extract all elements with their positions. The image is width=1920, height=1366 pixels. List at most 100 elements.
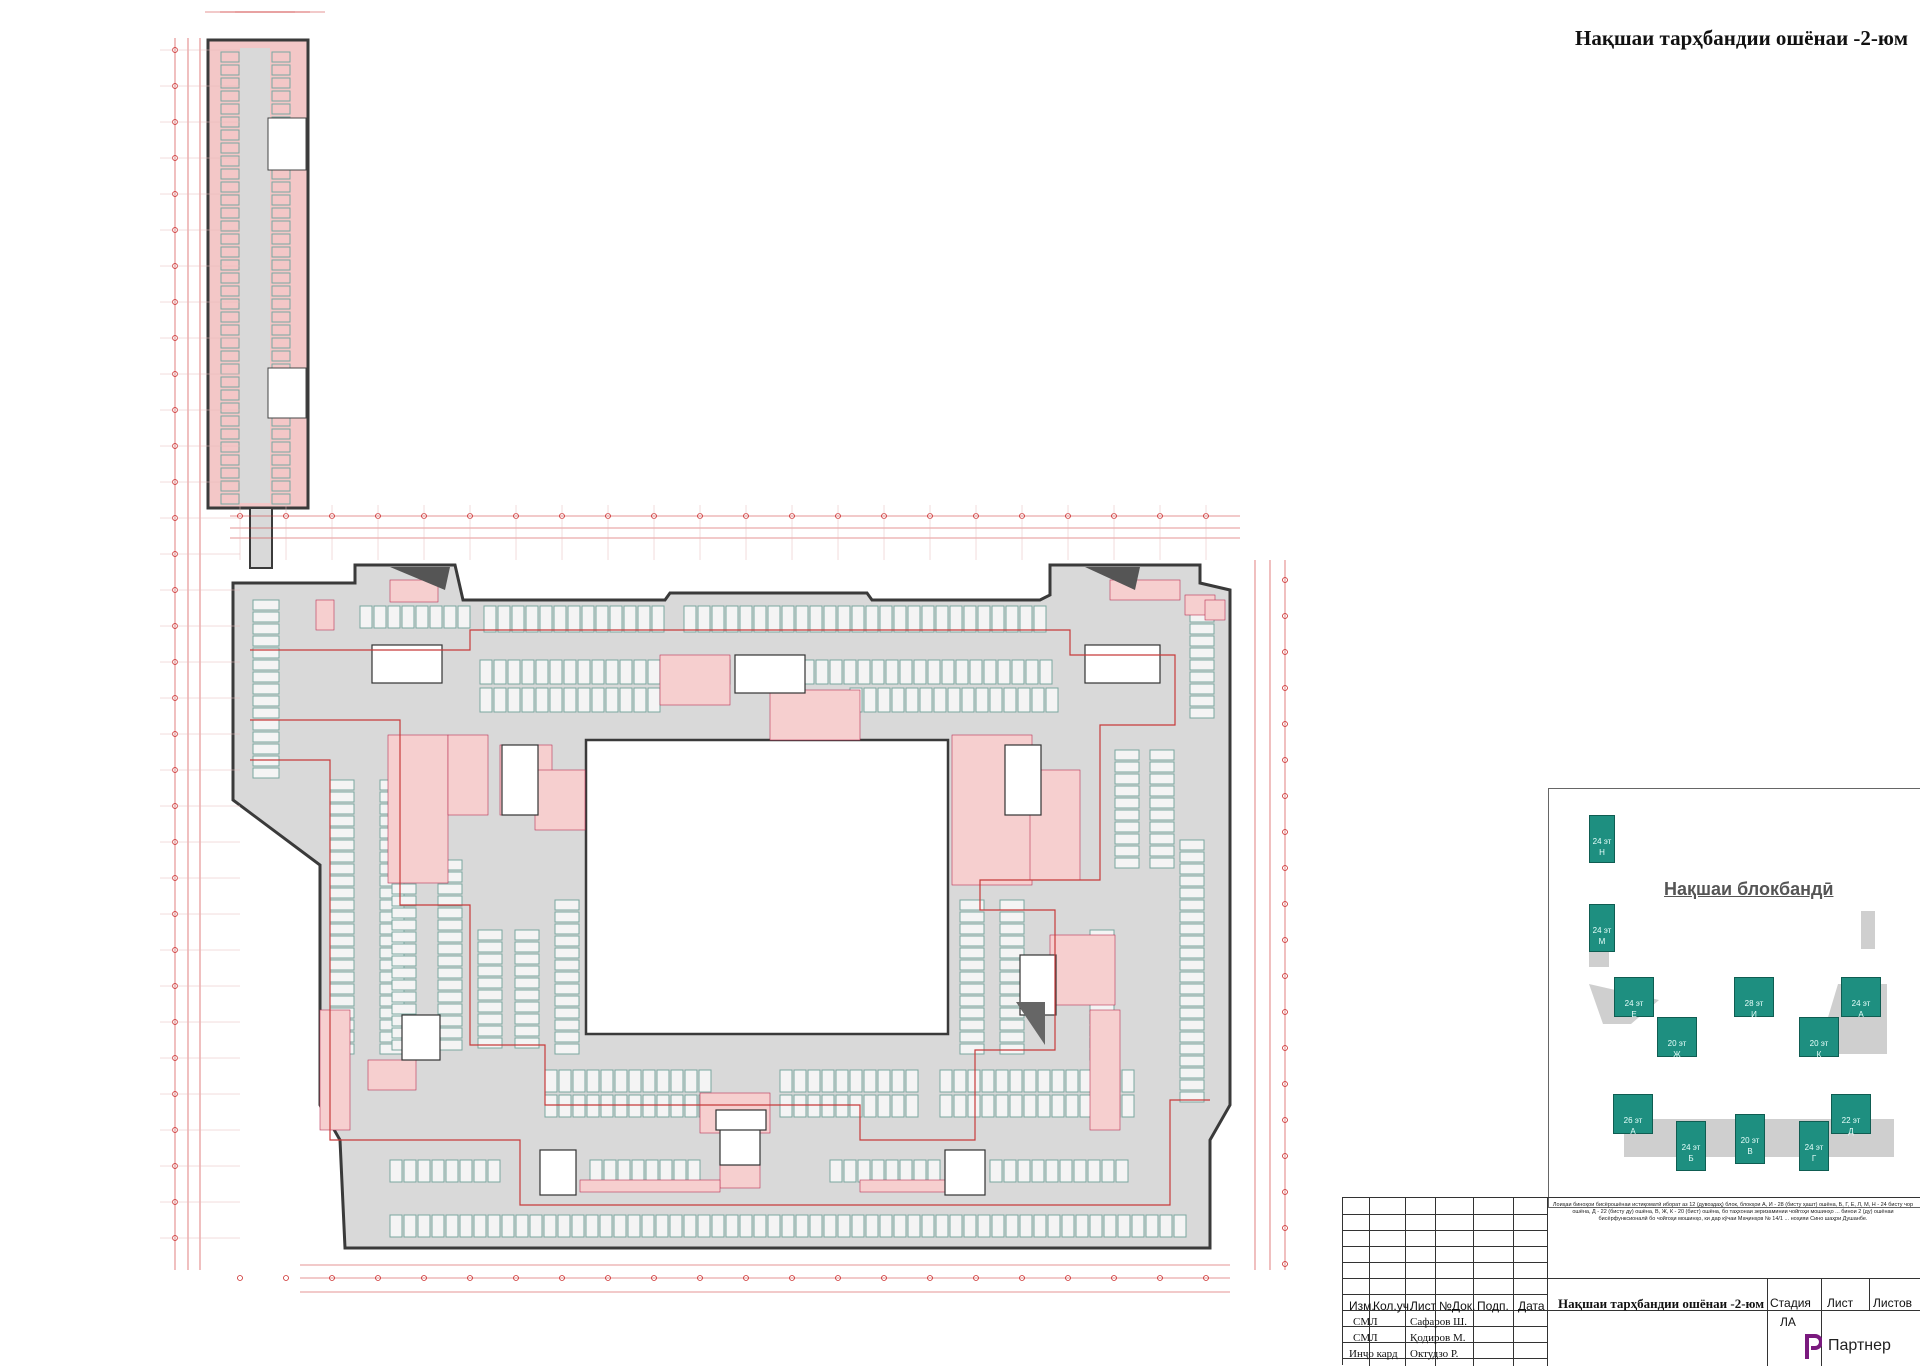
parking-space: [554, 1019, 580, 1031]
parking-space: [935, 605, 949, 633]
parking-space: [329, 803, 355, 815]
parking-space: [558, 1069, 572, 1093]
parking-space: [252, 767, 280, 779]
parking-space: [781, 1214, 795, 1238]
parking-space: [477, 977, 503, 989]
parking-space: [445, 1214, 459, 1238]
parking-space: [673, 1159, 687, 1183]
parking-space: [477, 965, 503, 977]
parking-space: [953, 1094, 967, 1118]
parking-space: [891, 1094, 905, 1118]
parking-space: [1179, 1043, 1205, 1055]
parking-space: [645, 1159, 659, 1183]
parking-space: [329, 887, 355, 899]
parking-space: [815, 659, 829, 685]
building-block: 20 эт К: [1799, 1017, 1839, 1059]
parking-space: [1033, 605, 1047, 633]
parking-space: [373, 605, 387, 629]
parking-space: [627, 1214, 641, 1238]
parking-space: [793, 1094, 807, 1118]
parking-space: [981, 1069, 995, 1093]
parking-space: [477, 1025, 503, 1037]
parking-space: [571, 1214, 585, 1238]
key-plan-footprint: [1861, 911, 1875, 949]
parking-space: [1045, 1159, 1059, 1183]
stair-core: [267, 367, 307, 419]
parking-space: [457, 605, 471, 629]
courtyard-void: [584, 738, 950, 1036]
parking-space: [959, 959, 985, 971]
parking-space: [329, 935, 355, 947]
parking-space: [642, 1094, 656, 1118]
building-block: 24 эт Г: [1799, 1121, 1829, 1171]
parking-space: [483, 605, 497, 633]
parking-space: [558, 1094, 572, 1118]
parking-space: [437, 943, 463, 955]
service-room: [579, 1179, 721, 1193]
parking-space: [823, 1214, 837, 1238]
title-block-rule: [1343, 1214, 1547, 1215]
title-block-rule: [1473, 1198, 1474, 1366]
parking-space: [857, 659, 871, 685]
parking-space: [437, 883, 463, 895]
parking-space: [1114, 821, 1140, 833]
building-block: 20 эт Ж: [1657, 1017, 1697, 1059]
parking-space: [991, 1214, 1005, 1238]
parking-space: [647, 659, 661, 685]
parking-space: [683, 1214, 697, 1238]
parking-space: [967, 1094, 981, 1118]
parking-space: [557, 1214, 571, 1238]
parking-space: [1173, 1214, 1187, 1238]
parking-space: [628, 1069, 642, 1093]
parking-space: [437, 967, 463, 979]
title-block-rule: [1513, 1198, 1514, 1366]
parking-space: [835, 1069, 849, 1093]
parking-space: [1179, 899, 1205, 911]
building-block: 24 эт Б: [1676, 1121, 1706, 1171]
parking-space: [863, 687, 877, 713]
parking-space: [642, 1069, 656, 1093]
parking-space: [252, 599, 280, 611]
parking-space: [656, 1069, 670, 1093]
parking-space: [879, 605, 893, 633]
parking-space: [1149, 761, 1175, 773]
parking-space: [877, 1094, 891, 1118]
parking-space: [581, 605, 595, 633]
parking-space: [554, 983, 580, 995]
parking-space: [387, 605, 401, 629]
tb-header-izm: Изм.: [1349, 1299, 1375, 1313]
stair-core: [1004, 744, 1042, 816]
parking-space: [927, 659, 941, 685]
parking-space: [563, 659, 577, 685]
parking-space: [515, 1214, 529, 1238]
parking-space: [891, 1069, 905, 1093]
parking-space: [739, 1214, 753, 1238]
parking-space: [1087, 1159, 1101, 1183]
parking-space: [554, 911, 580, 923]
logo-text: Партнер: [1828, 1337, 1891, 1354]
parking-space: [1149, 857, 1175, 869]
parking-space: [975, 687, 989, 713]
parking-space: [389, 1214, 403, 1238]
parking-space: [614, 1094, 628, 1118]
parking-space: [429, 605, 443, 629]
parking-space: [961, 687, 975, 713]
stair-core: [371, 644, 443, 684]
parking-space: [871, 1159, 885, 1183]
parking-space: [949, 605, 963, 633]
parking-space: [445, 1159, 459, 1183]
service-room: [659, 654, 731, 706]
parking-space: [437, 919, 463, 931]
parking-space: [544, 1069, 558, 1093]
parking-space: [572, 1069, 586, 1093]
parking-space: [953, 1069, 967, 1093]
parking-space: [473, 1214, 487, 1238]
parking-space: [829, 659, 843, 685]
parking-space: [329, 779, 355, 791]
parking-space: [589, 1159, 603, 1183]
parking-space: [1149, 749, 1175, 761]
parking-space: [252, 683, 280, 695]
parking-space: [1003, 687, 1017, 713]
parking-space: [753, 605, 767, 633]
parking-space: [809, 1214, 823, 1238]
